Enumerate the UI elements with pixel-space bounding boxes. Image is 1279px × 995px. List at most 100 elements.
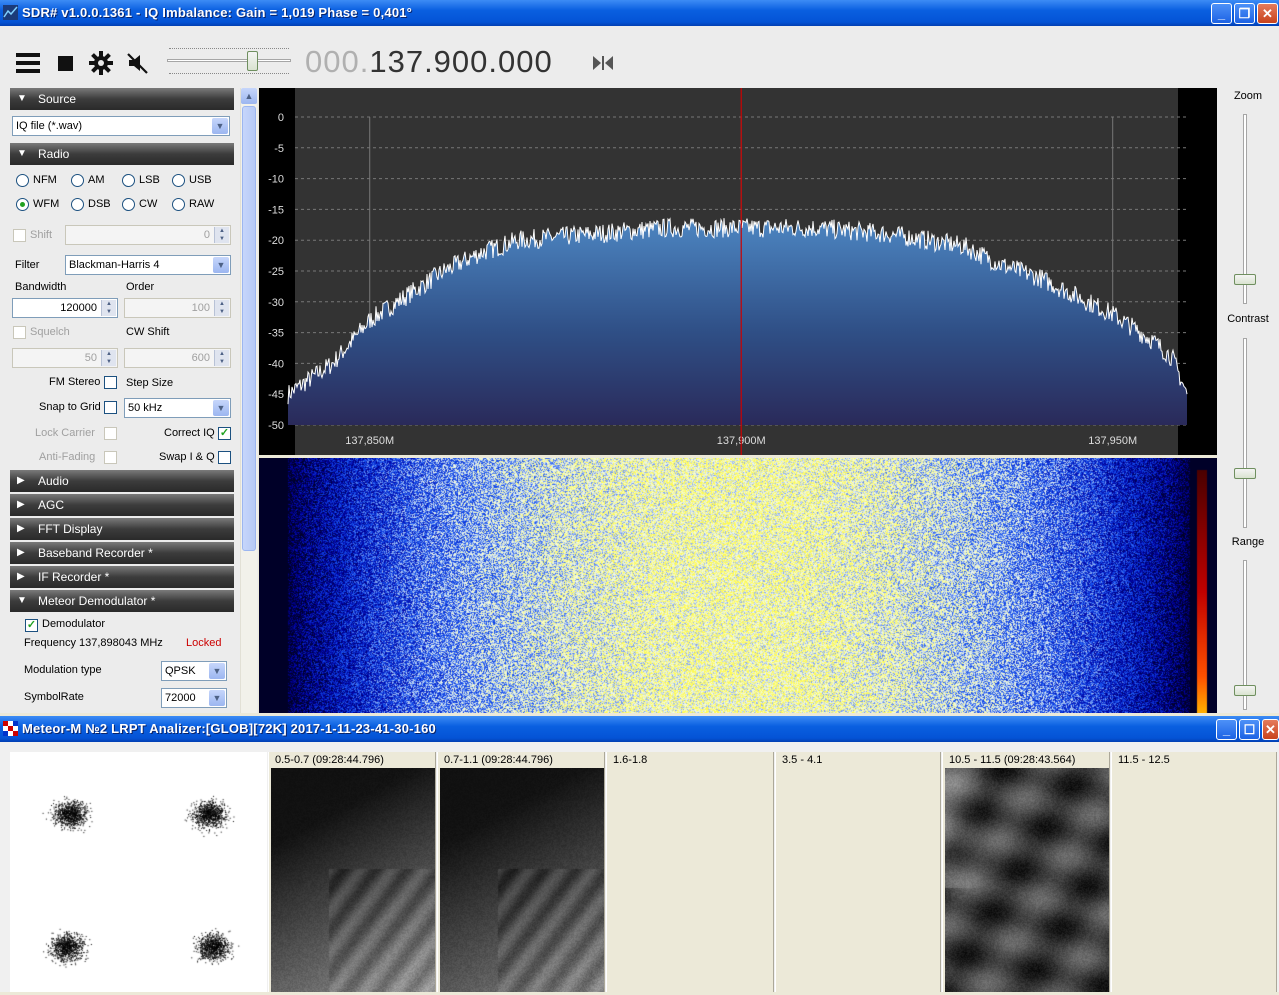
section-label: FFT Display — [38, 522, 103, 536]
mode-raw-radio[interactable] — [172, 198, 185, 211]
y-tick-label: -35 — [268, 328, 284, 340]
window-title: SDR# v1.0.0.1361 - IQ Imbalance: Gain = … — [22, 5, 413, 20]
expand-arrow-icon: ▶ — [17, 523, 25, 534]
gear-icon[interactable] — [88, 50, 114, 76]
scroll-thumb[interactable] — [242, 106, 256, 551]
minimize-button[interactable]: _ — [1211, 3, 1232, 24]
expand-arrow-icon: ▶ — [17, 571, 25, 582]
order-input[interactable]: 100 ▲ ▼ — [124, 298, 231, 318]
zoom-slider-thumb[interactable] — [1234, 274, 1256, 285]
fmstereo-checkbox[interactable] — [104, 376, 117, 389]
snap-checkbox[interactable] — [104, 401, 117, 414]
meteor-section-header[interactable]: ▼ Meteor Demodulator * — [10, 590, 234, 612]
fft-section-header[interactable]: ▶ FFT Display — [10, 518, 234, 540]
section-label: Source — [38, 92, 77, 106]
channel-label: 0.7-1.1 (09:28:44.796) — [444, 754, 553, 766]
channel-image — [271, 768, 435, 992]
baseband-section-header[interactable]: ▶ Baseband Recorder * — [10, 542, 234, 564]
chevron-down-icon: ▼ — [209, 663, 225, 679]
close-button[interactable]: ✕ — [1257, 3, 1278, 24]
demodulator-checkbox[interactable]: ✓ — [25, 619, 38, 632]
section-label: IF Recorder * — [38, 570, 110, 584]
mode-nfm-radio[interactable] — [16, 174, 29, 187]
stepsize-select[interactable]: 50 kHz ▼ — [124, 398, 231, 418]
bandwidth-value: 120000 — [60, 302, 97, 314]
chevron-down-icon: ▼ — [213, 257, 229, 273]
squelch-input[interactable]: 50 ▲ ▼ — [12, 348, 118, 368]
meteor-titlebar[interactable]: Meteor-M №2 LRPT Analizer:[GLOB][72K] 20… — [0, 716, 1279, 742]
cwshift-input[interactable]: 600 ▲ ▼ — [124, 348, 231, 368]
cwshift-value: 600 — [191, 352, 210, 364]
mode-usb-label: USB — [189, 174, 212, 186]
mode-wfm-label: WFM — [33, 198, 60, 210]
agc-section-header[interactable]: ▶ AGC — [10, 494, 234, 516]
symbolrate-select[interactable]: 72000 ▼ — [161, 688, 227, 708]
stepsize-value: 50 kHz — [128, 402, 163, 414]
squelch-label: Squelch — [30, 326, 70, 338]
section-label: Audio — [38, 474, 69, 488]
contrast-slider-track[interactable] — [1243, 338, 1247, 528]
bandwidth-label: Bandwidth — [15, 281, 67, 293]
frequency-display[interactable]: 000.137.900.000 — [305, 44, 553, 80]
stepsize-label: Step Size — [126, 377, 174, 389]
radio-section-header[interactable]: ▼ Radio — [10, 143, 234, 165]
if-section-header[interactable]: ▶ IF Recorder * — [10, 566, 234, 588]
meteor-minimize-button[interactable]: _ — [1216, 719, 1237, 740]
mode-wfm-radio[interactable] — [16, 198, 29, 211]
bandwidth-input[interactable]: 120000 ▲ ▼ — [12, 298, 118, 318]
y-tick-label: -50 — [268, 420, 284, 432]
filter-select[interactable]: Blackman-Harris 4 ▼ — [65, 255, 231, 275]
spectrum-analyzer[interactable]: 0 -5 -10 -15 -20 -25 -30 -35 -40 -45 -50 137,850M 1… — [259, 88, 1217, 455]
mute-icon[interactable] — [125, 50, 151, 76]
spin-arrows-icon: ▲ ▼ — [214, 350, 229, 366]
range-label: Range — [1231, 536, 1265, 548]
mode-dsb-radio[interactable] — [71, 198, 84, 211]
menu-icon[interactable] — [15, 50, 41, 76]
section-label: Radio — [38, 147, 70, 161]
lockcarrier-checkbox[interactable] — [104, 427, 117, 440]
audio-section-header[interactable]: ▶ Audio — [10, 470, 234, 492]
meteor-close-button[interactable]: ✕ — [1262, 719, 1279, 740]
meteor-maximize-button[interactable]: ☐ — [1239, 719, 1260, 740]
chevron-down-icon: ▼ — [212, 118, 228, 134]
order-label: Order — [126, 281, 155, 293]
volume-thumb[interactable] — [247, 51, 258, 71]
channel-label: 3.5 - 4.1 — [782, 754, 823, 766]
range-slider-thumb[interactable] — [1234, 685, 1256, 696]
mode-lsb-radio[interactable] — [122, 174, 135, 187]
snap-label: Snap to Grid — [39, 401, 101, 413]
y-tick-label: -5 — [274, 143, 284, 155]
volume-slider[interactable] — [167, 46, 291, 76]
shift-value: 0 — [203, 229, 210, 241]
mode-cw-radio[interactable] — [122, 198, 135, 211]
stop-icon[interactable] — [53, 50, 79, 76]
antifading-checkbox[interactable] — [104, 451, 117, 464]
fmstereo-label: FM Stereo — [49, 376, 101, 388]
shift-label: Shift — [30, 229, 53, 241]
waterfall-display[interactable] — [259, 458, 1217, 713]
mode-nfm-label: NFM — [33, 174, 57, 186]
spin-arrows-icon: ▲ ▼ — [214, 300, 229, 316]
mode-usb-radio[interactable] — [172, 174, 185, 187]
maximize-button[interactable]: ❐ — [1234, 3, 1255, 24]
tune-skip-icon[interactable] — [590, 50, 616, 76]
scroll-up-icon[interactable]: ▲ — [241, 88, 257, 104]
source-section-header[interactable]: ▼ Source — [10, 88, 234, 110]
shift-checkbox[interactable] — [13, 229, 26, 242]
meteor-window-title: Meteor-M №2 LRPT Analizer:[GLOB][72K] 20… — [22, 721, 436, 736]
panel-scrollbar[interactable]: ▲ — [240, 88, 257, 713]
swapiq-checkbox[interactable] — [218, 451, 231, 464]
correctiq-checkbox[interactable]: ✓ — [218, 427, 231, 440]
mode-am-radio[interactable] — [71, 174, 84, 187]
source-select[interactable]: IQ file (*.wav) ▼ — [12, 116, 230, 136]
shift-input[interactable]: 0 ▲ ▼ — [65, 225, 231, 245]
modtype-select[interactable]: QPSK ▼ — [161, 661, 227, 681]
contrast-slider-thumb[interactable] — [1234, 468, 1256, 479]
modtype-label: Modulation type — [24, 664, 102, 676]
squelch-checkbox[interactable] — [13, 326, 26, 339]
channel-label: 1.6-1.8 — [613, 754, 648, 766]
y-tick-label: -25 — [268, 266, 284, 278]
spin-arrows-icon: ▲ ▼ — [101, 350, 116, 366]
waterfall-canvas — [259, 458, 1217, 713]
sdr-titlebar[interactable]: SDR# v1.0.0.1361 - IQ Imbalance: Gain = … — [0, 0, 1279, 26]
